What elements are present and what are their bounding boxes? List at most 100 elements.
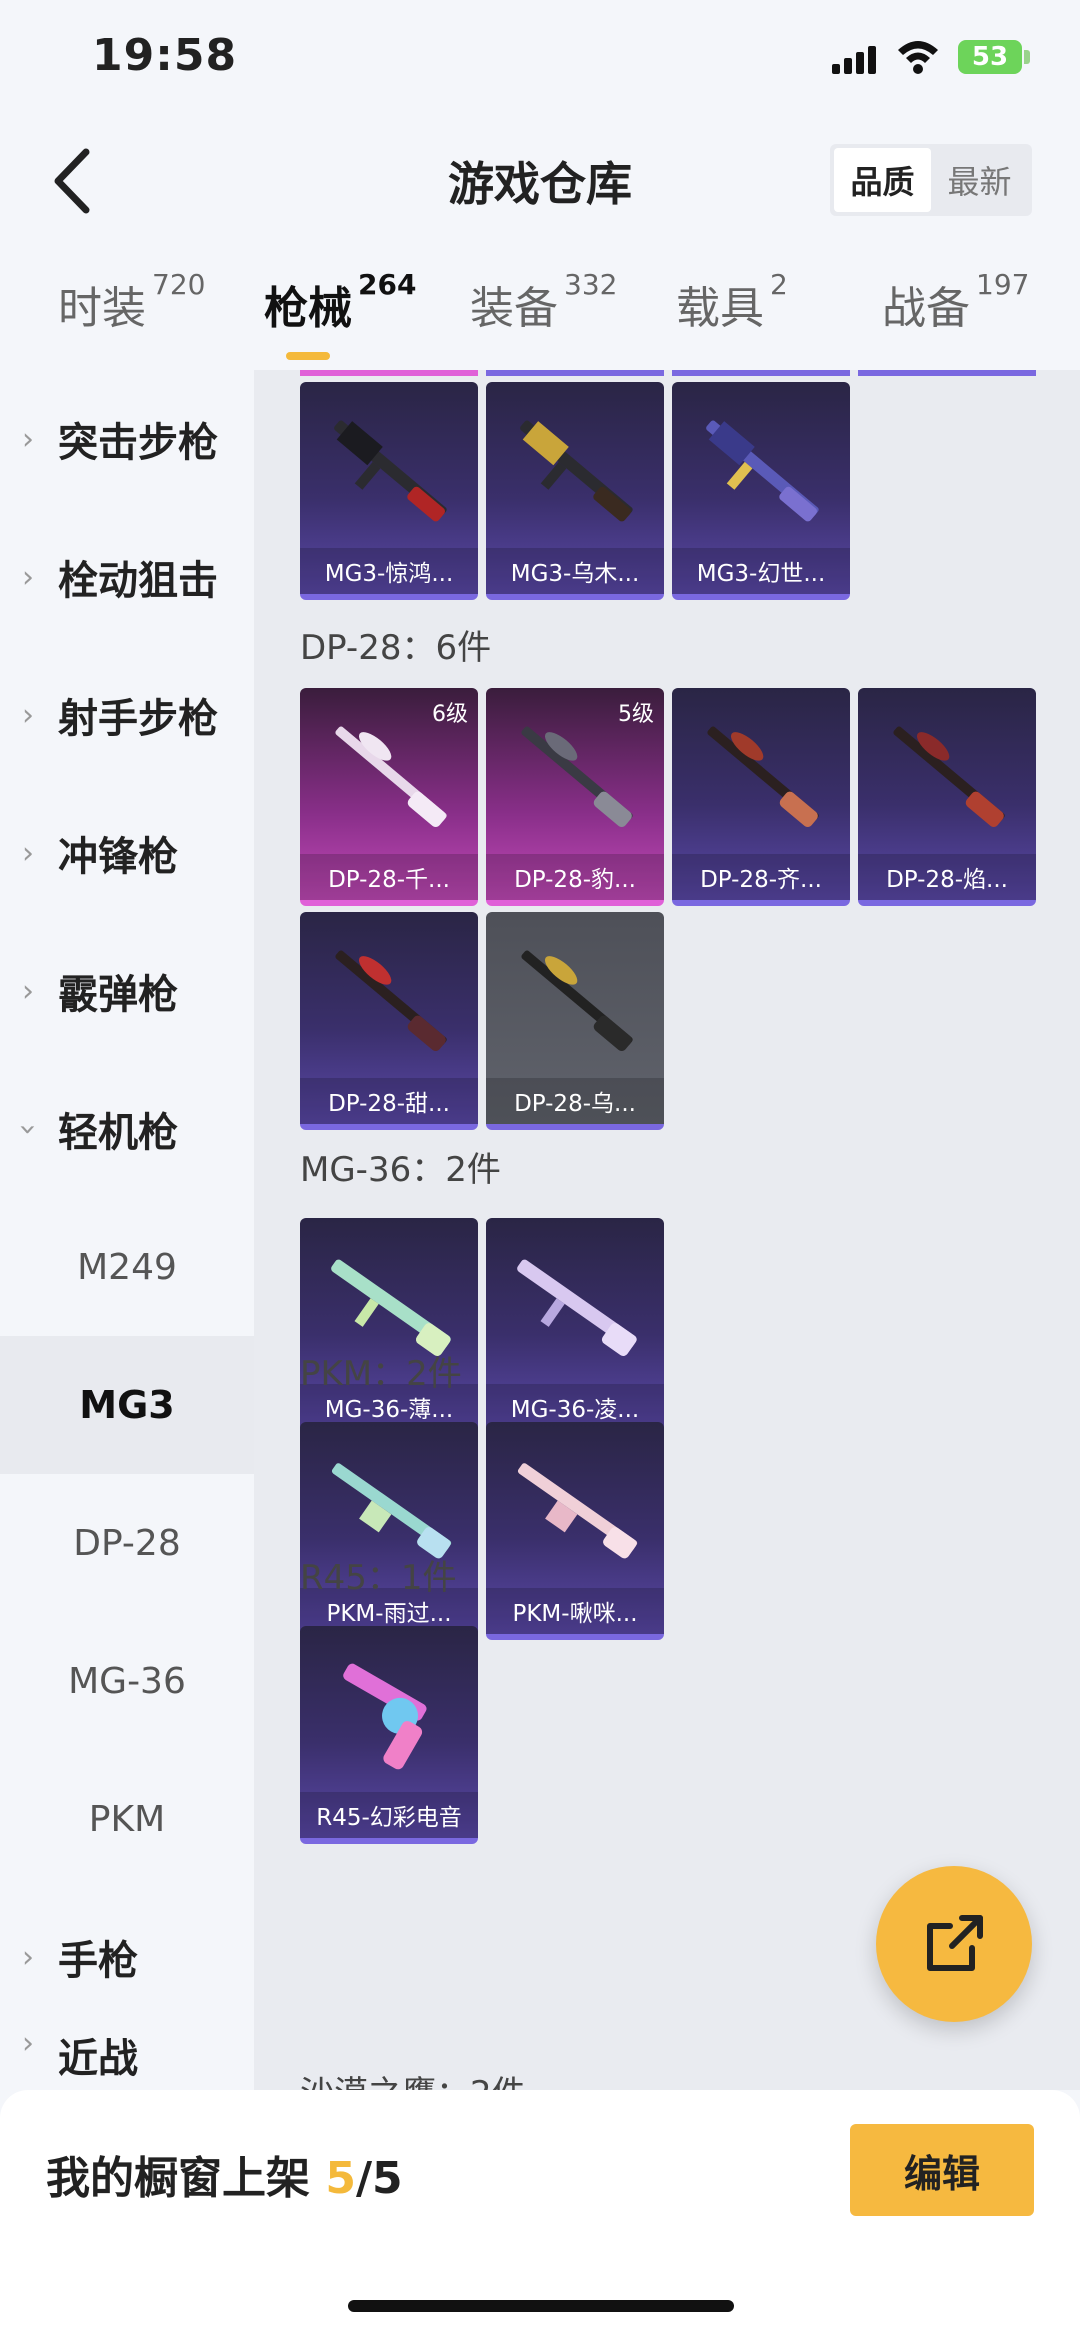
- cellular-signal-icon: [832, 46, 876, 74]
- sidebar-item-label: 手枪: [58, 1938, 138, 1984]
- item-card[interactable]: 5级 DP-28-豹...: [486, 688, 664, 906]
- machine-gun-icon: [517, 1463, 638, 1559]
- group-title-pkm: PKM：2件: [300, 1354, 462, 1394]
- item-card-name: DP-28-千...: [300, 854, 478, 900]
- sidebar-sub-mg3[interactable]: MG3: [0, 1336, 254, 1474]
- sidebar-item-label: 射手步枪: [58, 696, 218, 742]
- sidebar-sub-m249[interactable]: M249: [0, 1198, 254, 1336]
- sidebar: › 突击步枪 › 栓动狙击 › 射手步枪 › 冲锋枪 › 霰弹枪 › 轻机枪 M249 MG…: [0, 370, 254, 2090]
- tab-guns[interactable]: 枪械 264: [264, 268, 416, 336]
- card-edge-strip: [300, 370, 478, 376]
- chevron-right-icon: ›: [22, 1939, 34, 1975]
- chevron-right-icon: ›: [22, 973, 34, 1009]
- chevron-right-icon: ›: [22, 835, 34, 871]
- sidebar-item-assault-rifle[interactable]: › 突击步枪: [0, 370, 254, 508]
- card-edge-strip: [858, 370, 1036, 376]
- chevron-right-icon: ›: [22, 421, 34, 457]
- item-card[interactable]: DP-28-焰...: [858, 688, 1036, 906]
- item-card[interactable]: PKM-雨过...: [300, 1422, 478, 1640]
- item-card[interactable]: R45-幻彩电音: [300, 1626, 478, 1844]
- share-icon: [927, 1915, 983, 1971]
- status-bar: 19:58 53: [0, 0, 1080, 120]
- showcase-status: 我的橱窗上架 5/5: [46, 2142, 403, 2206]
- item-card[interactable]: MG-36-凌...: [486, 1218, 664, 1436]
- sort-newest-button[interactable]: 最新: [931, 148, 1028, 212]
- sidebar-item-label: 冲锋枪: [58, 834, 178, 880]
- chevron-right-icon: ›: [22, 559, 34, 595]
- tab-label: 装备: [470, 283, 558, 334]
- item-card[interactable]: 6级 DP-28-千...: [300, 688, 478, 906]
- item-card[interactable]: MG3-惊鸿...: [300, 382, 478, 600]
- share-button[interactable]: [876, 1866, 1032, 2022]
- card-edge-strip: [486, 370, 664, 376]
- sidebar-item-label: 霰弹枪: [58, 972, 178, 1018]
- sidebar-item-marksman-rifle[interactable]: › 射手步枪: [0, 646, 254, 784]
- bottom-bar: 我的橱窗上架 5/5 编辑: [0, 2090, 1080, 2339]
- sidebar-item-bolt-sniper[interactable]: › 栓动狙击: [0, 508, 254, 646]
- item-card-name: DP-28-豹...: [486, 854, 664, 900]
- item-card[interactable]: MG-36-薄...: [300, 1218, 478, 1436]
- active-tab-indicator: [286, 352, 330, 360]
- rifle-icon: [517, 1259, 637, 1357]
- machine-gun-icon: [335, 726, 447, 828]
- sidebar-sub-pkm[interactable]: PKM: [0, 1750, 254, 1888]
- header: 游戏仓库 品质 最新: [0, 120, 1080, 240]
- chevron-down-icon: ›: [10, 1123, 46, 1135]
- item-card[interactable]: DP-28-齐...: [672, 688, 850, 906]
- item-card-name: DP-28-乌...: [486, 1078, 664, 1124]
- edit-button[interactable]: 编辑: [850, 2124, 1034, 2216]
- item-card[interactable]: DP-28-甜...: [300, 912, 478, 1130]
- machine-gun-icon: [520, 420, 633, 522]
- machine-gun-icon: [706, 420, 819, 522]
- item-card[interactable]: MG3-乌木...: [486, 382, 664, 600]
- tab-supplies[interactable]: 战备 197: [882, 268, 1029, 336]
- sidebar-item-lmg[interactable]: › 轻机枪: [0, 1060, 254, 1198]
- tab-label: 枪械: [264, 283, 352, 334]
- tab-count: 197: [976, 268, 1030, 301]
- sort-quality-button[interactable]: 品质: [834, 148, 931, 212]
- sidebar-item-pistol[interactable]: › 手枪: [0, 1888, 254, 2026]
- machine-gun-icon: [521, 726, 633, 828]
- sidebar-sub-dp28[interactable]: DP-28: [0, 1474, 254, 1612]
- item-card-name: MG3-惊鸿...: [300, 548, 478, 594]
- item-card-name: R45-幻彩电音: [300, 1792, 478, 1838]
- status-time: 19:58: [92, 30, 238, 81]
- tab-fashion[interactable]: 时装 720: [58, 268, 205, 336]
- machine-gun-icon: [707, 726, 819, 828]
- tab-count: 332: [564, 268, 618, 301]
- item-card[interactable]: MG3-幻世...: [672, 382, 850, 600]
- category-tabs: 时装 720 枪械 264 装备 332 载具 2 战备 197: [0, 260, 1080, 370]
- chevron-right-icon: ›: [22, 2026, 34, 2061]
- machine-gun-icon: [334, 420, 447, 522]
- item-grid: MG3-惊鸿... MG3-乌木... MG3-幻世... DP-28：6件 6…: [254, 370, 1080, 2090]
- machine-gun-icon: [521, 950, 633, 1052]
- group-title-mg36: MG-36：2件: [300, 1150, 501, 1190]
- item-card[interactable]: DP-28-乌...: [486, 912, 664, 1130]
- sidebar-item-shotgun[interactable]: › 霰弹枪: [0, 922, 254, 1060]
- item-card[interactable]: PKM-啾咪...: [486, 1422, 664, 1640]
- item-card-name: MG3-幻世...: [672, 548, 850, 594]
- showcase-count: 5: [325, 2153, 356, 2204]
- card-edge-strip: [672, 370, 850, 376]
- sidebar-sub-mg36[interactable]: MG-36: [0, 1612, 254, 1750]
- tab-count: 264: [358, 268, 417, 301]
- sidebar-item-label: 突击步枪: [58, 420, 218, 466]
- item-card-name: PKM-啾咪...: [486, 1588, 664, 1634]
- group-title-dp28: DP-28：6件: [300, 628, 492, 668]
- sidebar-item-label: 轻机枪: [58, 1110, 178, 1156]
- revolver-icon: [343, 1663, 427, 1770]
- item-card-name: DP-28-齐...: [672, 854, 850, 900]
- sidebar-item-smg[interactable]: › 冲锋枪: [0, 784, 254, 922]
- machine-gun-icon: [335, 950, 447, 1052]
- item-card-name: MG3-乌木...: [486, 548, 664, 594]
- tab-count: 2: [770, 268, 788, 301]
- sidebar-item-melee[interactable]: › 近战: [0, 2020, 254, 2090]
- tab-count: 720: [152, 268, 206, 301]
- tab-label: 时装: [58, 283, 146, 334]
- battery-icon: 53: [958, 40, 1022, 74]
- home-indicator: [348, 2300, 734, 2312]
- tab-equipment[interactable]: 装备 332: [470, 268, 617, 336]
- tab-label: 战备: [882, 283, 970, 334]
- tab-label: 载具: [676, 283, 764, 334]
- tab-vehicles[interactable]: 载具 2: [676, 268, 788, 336]
